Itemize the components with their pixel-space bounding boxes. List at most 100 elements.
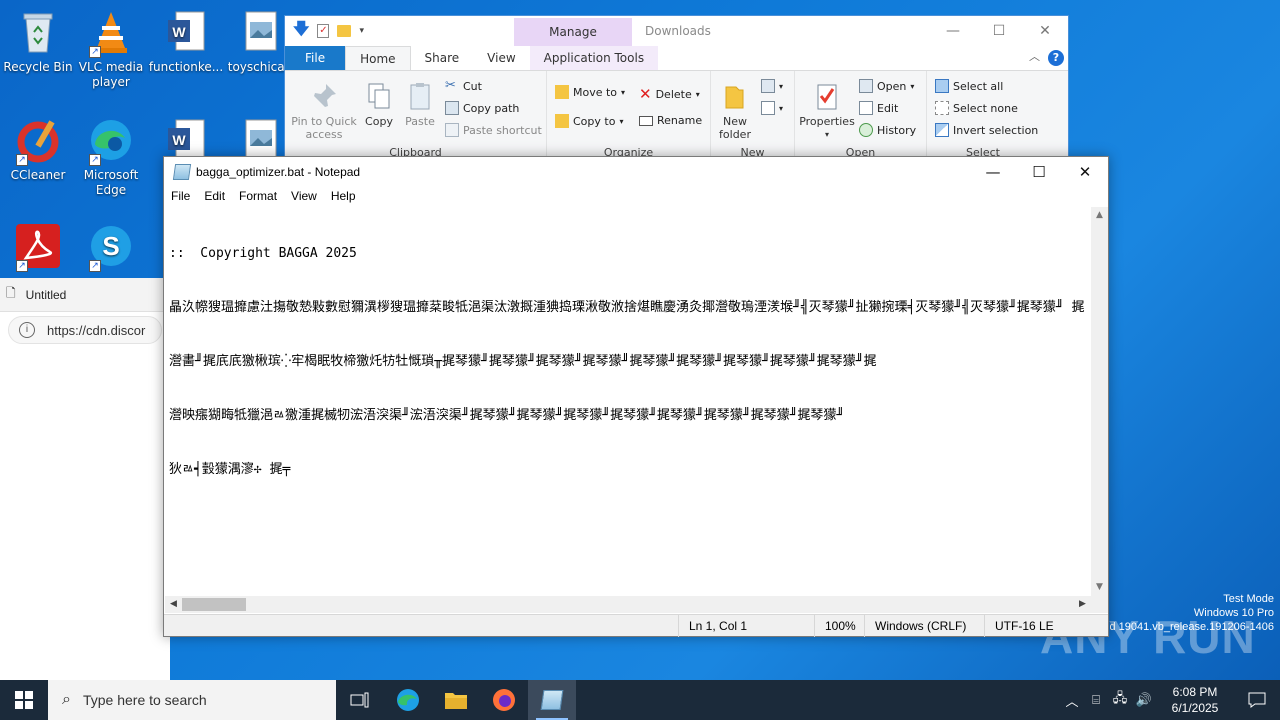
desktop-icon-skype[interactable]: S ↗ <box>73 222 149 274</box>
copy-button[interactable]: Copy <box>359 81 399 128</box>
browser-tab[interactable]: 🗋 Untitled <box>0 278 170 312</box>
properties-check-icon[interactable]: ✓ <box>317 24 330 38</box>
minimize-button[interactable]: — <box>930 16 976 46</box>
desktop-icon-recycle-bin[interactable]: Recycle Bin <box>0 8 76 75</box>
quick-access-toolbar: 🡇 ✓ ▾ <box>285 18 364 45</box>
delete-label: Delete <box>655 87 692 101</box>
paste-shortcut-label: Paste shortcut <box>463 123 542 137</box>
open-button[interactable]: Open ▾ <box>859 79 914 93</box>
text-line: :: Copyright BAGGA 2025 <box>169 246 357 261</box>
paste-shortcut-button[interactable]: Paste shortcut <box>445 123 542 137</box>
notification-icon <box>1248 692 1266 708</box>
new-folder-button[interactable]: New folder <box>713 81 757 141</box>
taskbar-file-explorer[interactable] <box>432 680 480 720</box>
horizontal-scrollbar[interactable]: ◀ ▶ <box>165 596 1091 613</box>
chevron-down-icon: ▾ <box>779 103 784 113</box>
notification-center-button[interactable] <box>1234 680 1280 720</box>
ribbon-tabs: File Home Share View Application Tools ︿… <box>285 46 1068 70</box>
move-to-button[interactable]: Move to ▾ <box>555 85 625 99</box>
cut-button[interactable]: ✂ Cut <box>445 79 482 93</box>
maximize-button[interactable]: ☐ <box>976 16 1022 46</box>
pin-label-2: access <box>305 128 343 141</box>
desktop-icon-acrobat[interactable]: ↗ <box>0 222 76 274</box>
info-icon[interactable]: i <box>19 322 35 338</box>
tab-share[interactable]: Share <box>411 46 474 70</box>
select-all-button[interactable]: Select all <box>935 79 1003 93</box>
scroll-down-arrow-icon[interactable]: ▼ <box>1091 579 1108 596</box>
tab-file[interactable]: File <box>285 46 346 70</box>
desktop-icon-vlc[interactable]: ↗ VLC media player <box>73 8 149 90</box>
chevron-up-icon[interactable]: ︿ <box>1060 691 1084 710</box>
chevron-down-icon: ▾ <box>621 87 626 97</box>
vertical-scrollbar[interactable]: ▲ ▼ <box>1091 207 1108 596</box>
history-button[interactable]: History <box>859 123 916 137</box>
clock[interactable]: 6:08 PM 6/1/2025 <box>1156 684 1234 716</box>
history-label: History <box>877 123 917 137</box>
scroll-left-arrow-icon[interactable]: ◀ <box>165 596 182 613</box>
maximize-button[interactable]: ☐ <box>1016 157 1062 187</box>
properties-label: Properties <box>799 115 855 128</box>
copy-path-button[interactable]: Copy path <box>445 101 519 115</box>
edit-button[interactable]: Edit <box>859 101 898 115</box>
menu-help[interactable]: Help <box>324 187 363 207</box>
chevron-down-icon[interactable]: ▾ <box>359 26 364 36</box>
select-none-button[interactable]: Select none <box>935 101 1018 115</box>
invert-selection-button[interactable]: Invert selection <box>935 123 1038 137</box>
network-icon[interactable]: 🖧 <box>1108 689 1132 711</box>
collapse-ribbon-icon[interactable]: ︿ <box>1029 48 1040 64</box>
rename-button[interactable]: Rename <box>639 114 702 127</box>
close-button[interactable]: ✕ <box>1022 16 1068 46</box>
tab-view[interactable]: View <box>473 46 529 70</box>
taskbar-edge[interactable] <box>384 680 432 720</box>
horizontal-scroll-thumb[interactable] <box>182 598 246 611</box>
task-view-button[interactable] <box>336 680 384 720</box>
help-icon[interactable]: ? <box>1048 50 1064 66</box>
usb-icon[interactable]: ⌸ <box>1084 692 1108 708</box>
new-folder-label-2: folder <box>719 128 751 141</box>
taskbar-notepad[interactable] <box>528 680 576 720</box>
desktop-icon-functionke[interactable]: W functionke... <box>148 8 224 75</box>
properties-button[interactable]: Properties ▾ <box>799 81 855 141</box>
easy-access-icon <box>761 101 775 115</box>
shortcut-arrow-icon: ↗ <box>16 154 28 166</box>
tab-home[interactable]: Home <box>345 46 411 70</box>
select-all-label: Select all <box>953 79 1004 93</box>
desktop-icon-ccleaner[interactable]: ↗ CCleaner <box>0 116 76 183</box>
scroll-right-arrow-icon[interactable]: ▶ <box>1074 596 1091 613</box>
notepad-icon <box>540 690 564 710</box>
notepad-text-area[interactable]: :: Copyright BAGGA 2025 瞐汣㡜獀瑥攠慮汢摥敬慹敤數慰獮潩… <box>165 207 1091 596</box>
pin-to-quick-access-button[interactable]: Pin to Quick access <box>289 81 359 141</box>
start-button[interactable] <box>0 680 48 720</box>
menu-view[interactable]: View <box>284 187 324 207</box>
taskbar-firefox[interactable] <box>480 680 528 720</box>
desktop-icon-label: CCleaner <box>10 168 66 182</box>
scroll-up-arrow-icon[interactable]: ▲ <box>1091 207 1108 224</box>
menu-file[interactable]: File <box>164 187 197 207</box>
paste-button[interactable]: Paste <box>401 81 439 128</box>
browser-address-bar[interactable]: i https://cdn.discor <box>8 316 162 344</box>
copy-to-button[interactable]: Copy to ▾ <box>555 114 623 128</box>
tab-application-tools[interactable]: Application Tools <box>529 46 659 70</box>
taskbar-search-box[interactable]: ⌕ Type here to search <box>48 680 336 720</box>
minimize-button[interactable]: — <box>970 157 1016 187</box>
select-none-label: Select none <box>953 101 1018 115</box>
delete-button[interactable]: ✕ Delete ▾ <box>639 85 700 103</box>
menu-edit[interactable]: Edit <box>197 187 232 207</box>
chevron-down-icon: ▾ <box>695 89 700 99</box>
chevron-down-icon: ▾ <box>824 130 829 139</box>
manage-context-tab[interactable]: Manage <box>514 18 632 46</box>
chevron-down-icon: ▾ <box>910 81 915 91</box>
history-icon <box>859 123 873 137</box>
folder-icon[interactable] <box>337 25 352 37</box>
easy-access-button[interactable]: ▾ <box>761 101 783 115</box>
down-arrow-icon[interactable]: 🡇 <box>293 18 309 45</box>
volume-icon[interactable]: 🔊 <box>1132 692 1156 708</box>
status-position: Ln 1, Col 1 <box>678 615 808 637</box>
copy-path-icon <box>445 101 459 115</box>
edit-icon <box>859 101 873 115</box>
desktop-icon-edge[interactable]: ↗ Microsoft Edge <box>73 116 149 198</box>
menu-format[interactable]: Format <box>232 187 284 207</box>
close-button[interactable]: ✕ <box>1062 157 1108 187</box>
new-item-button[interactable]: ▾ <box>761 79 783 93</box>
copy-path-label: Copy path <box>463 101 520 115</box>
